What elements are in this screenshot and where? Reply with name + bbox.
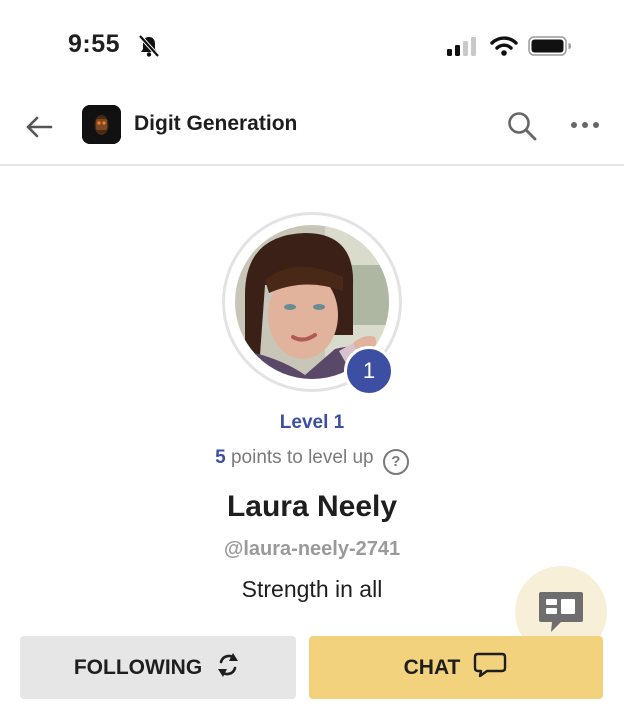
refresh-icon [214, 650, 242, 686]
floating-chat-icon [537, 590, 585, 641]
search-button[interactable] [504, 108, 540, 144]
bell-slash-icon [138, 34, 160, 63]
following-label: FOLLOWING [73, 655, 203, 679]
more-options-button[interactable] [568, 112, 604, 138]
level-badge: 1 [344, 346, 394, 396]
help-icon[interactable]: ? [382, 449, 409, 475]
points-suffix: points to level up [230, 447, 374, 468]
status-time: 9:55 [68, 30, 121, 58]
battery-icon [528, 36, 572, 61]
profile-name: Laura Neely [226, 490, 398, 523]
following-button[interactable]: FOLLOWING [20, 636, 296, 699]
search-icon [508, 112, 537, 141]
chat-bubble-icon [472, 651, 508, 685]
more-icon [571, 122, 599, 128]
community-logo[interactable] [82, 105, 121, 144]
signal-icon [447, 36, 479, 61]
back-arrow-icon [26, 116, 53, 138]
points-to-level-up: 5 points to level up ? [0, 447, 624, 475]
profile-handle: @laura-neely-2741 [223, 538, 401, 560]
points-number: 5 [215, 447, 226, 468]
chat-button[interactable]: CHAT [309, 636, 603, 699]
chat-label: CHAT [403, 655, 461, 679]
level-label: Level 1 [279, 412, 345, 433]
app-header: Digit Generation [0, 92, 624, 166]
back-button[interactable] [22, 110, 56, 144]
status-bar: 9:55 [0, 0, 624, 92]
wifi-icon [490, 35, 518, 62]
community-title[interactable]: Digit Generation [134, 112, 297, 136]
